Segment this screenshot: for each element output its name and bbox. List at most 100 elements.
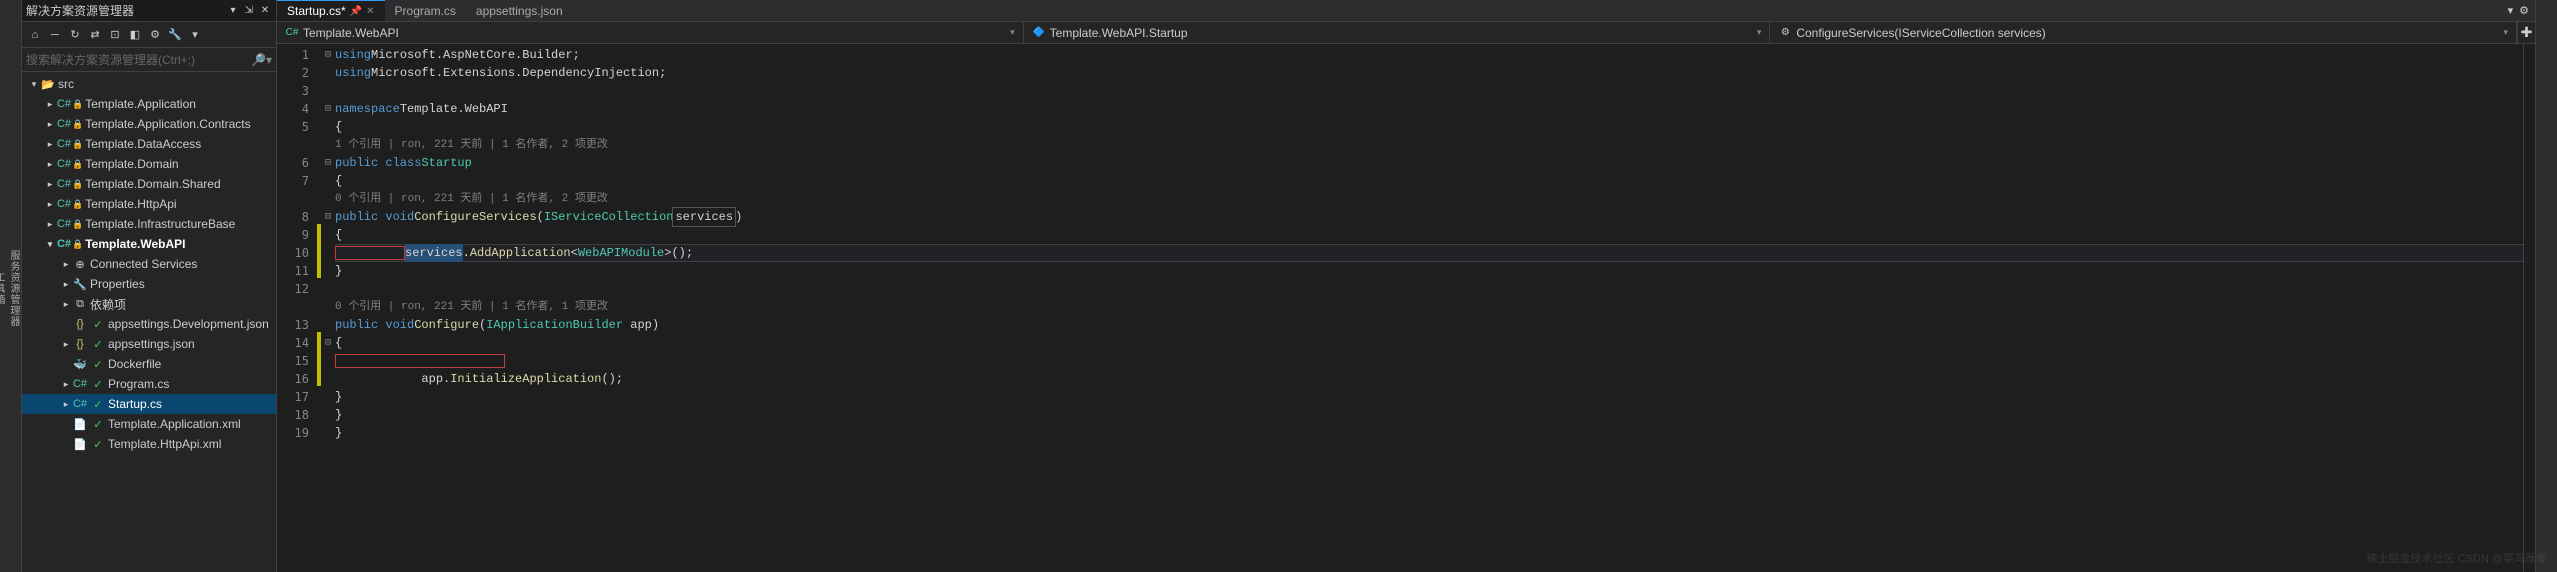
fold-toggle[interactable] [321,118,335,136]
fold-toggle[interactable] [321,244,335,262]
tree-item-startup-cs[interactable]: ▸C#✓Startup.cs [22,394,276,414]
fold-toggle[interactable] [321,172,335,190]
tree-item-dockerfile[interactable]: 🐳✓Dockerfile [22,354,276,374]
chevron-icon[interactable]: ▸ [44,199,56,210]
chevron-icon[interactable]: ▸ [60,299,72,310]
fold-toggle[interactable] [321,280,335,298]
tab-overflow-icon[interactable]: ▾ [2508,4,2514,17]
nav-dropdown[interactable]: ⚙ConfigureServices(IServiceCollection se… [1770,22,2517,43]
tree-item-template-dataaccess[interactable]: ▸C#🔒Template.DataAccess [22,134,276,154]
chevron-down-icon[interactable]: ▾ [1757,27,1762,38]
tree-item-template-httpapi[interactable]: ▸C#🔒Template.HttpApi [22,194,276,214]
chevron-down-icon[interactable]: ▾ [1010,27,1015,38]
tree-item-template-httpapi-xml[interactable]: 📄✓Template.HttpApi.xml [22,434,276,454]
search-input[interactable] [26,53,251,67]
chevron-icon[interactable]: ▸ [60,399,72,410]
chevron-icon[interactable]: ▾ [28,79,40,90]
solution-search[interactable]: 🔎▾ [22,48,276,72]
code-line[interactable]: } [335,424,2523,442]
tree-item-connected-services[interactable]: ▸⊕Connected Services [22,254,276,274]
fold-toggle[interactable] [321,298,335,316]
code-line[interactable]: 0 个引用 | ron, 221 天前 | 1 名作者, 2 项更改 [335,190,2523,208]
chevron-icon[interactable]: ▸ [44,139,56,150]
filter-icon[interactable]: ⊡ [106,26,124,44]
gear-icon[interactable]: ⚙ [2519,4,2529,17]
code-line[interactable] [335,280,2523,298]
fold-gutter[interactable]: ⊟⊟⊟⊟⊟ [321,44,335,572]
fold-toggle[interactable] [321,370,335,388]
fold-toggle[interactable] [321,316,335,334]
tab-startup-cs-[interactable]: Startup.cs*📌✕ [277,0,385,21]
code-line[interactable] [335,82,2523,100]
chevron-icon[interactable]: ▸ [44,219,56,230]
dropdown-icon[interactable]: ▾ [226,4,240,18]
code-line[interactable]: app.InitializeApplication(); [335,370,2523,388]
home-icon[interactable]: ⌂ [26,26,44,44]
vtab-server-explorer[interactable]: 服务资源管理器 [6,248,21,329]
pin-icon[interactable]: ⇲ [242,4,256,18]
code-editor[interactable]: 12345678910111213141516171819 ⊟⊟⊟⊟⊟ usin… [277,44,2535,572]
tree-item-appsettings-development-json[interactable]: {}✓appsettings.Development.json [22,314,276,334]
tree-item-template-application-contracts[interactable]: ▸C#🔒Template.Application.Contracts [22,114,276,134]
chevron-icon[interactable]: ▸ [44,119,56,130]
scroll-minimap[interactable] [2523,44,2535,572]
tree-item--[interactable]: ▸⧉依赖项 [22,294,276,314]
fold-toggle[interactable] [321,424,335,442]
code-line[interactable]: public void ConfigureServices(IServiceCo… [335,208,2523,226]
code-line[interactable]: } [335,262,2523,280]
close-icon[interactable]: ✕ [366,6,374,17]
fold-toggle[interactable] [321,388,335,406]
code-line[interactable]: } [335,388,2523,406]
wrench-icon[interactable]: 🔧 [166,26,184,44]
pin-icon[interactable]: 📌 [350,6,362,17]
fold-toggle[interactable] [321,136,335,154]
code-line[interactable]: public void Configure(IApplicationBuilde… [335,316,2523,334]
search-dropdown-icon[interactable]: 🔎▾ [251,53,272,67]
vtab-toolbox[interactable]: 工具箱 [0,270,6,307]
chevron-icon[interactable]: ▸ [60,339,72,350]
tree-item-template-application[interactable]: ▸C#🔒Template.Application [22,94,276,114]
nav-dropdown[interactable]: C#Template.WebAPI▾ [277,22,1024,43]
chevron-icon[interactable]: ▾ [44,239,56,250]
refresh-icon[interactable]: ↻ [66,26,84,44]
tree-item-template-domain-shared[interactable]: ▸C#🔒Template.Domain.Shared [22,174,276,194]
chevron-icon[interactable]: ▸ [60,259,72,270]
tree-item-template-domain[interactable]: ▸C#🔒Template.Domain [22,154,276,174]
fold-toggle[interactable]: ⊟ [321,46,335,64]
code-line[interactable]: public class Startup [335,154,2523,172]
tree-item-template-application-xml[interactable]: 📄✓Template.Application.xml [22,414,276,434]
close-icon[interactable]: ✕ [258,4,272,18]
code-line[interactable]: { [335,226,2523,244]
fold-toggle[interactable] [321,406,335,424]
code-line[interactable]: namespace Template.WebAPI [335,100,2523,118]
code-line[interactable]: services.AddApplication<WebAPIModule>(); [335,244,2523,262]
caret-icon[interactable]: ▾ [186,26,204,44]
fold-toggle[interactable]: ⊟ [321,154,335,172]
tree-item-template-infrastructurebase[interactable]: ▸C#🔒Template.InfrastructureBase [22,214,276,234]
split-editor-icon[interactable]: ✚ [2517,22,2535,43]
code-line[interactable]: 1 个引用 | ron, 221 天前 | 1 名作者, 2 项更改 [335,136,2523,154]
sync-icon[interactable]: ⇄ [86,26,104,44]
chevron-icon[interactable]: ▸ [60,379,72,390]
chevron-down-icon[interactable]: ▾ [2503,27,2508,38]
chevron-icon[interactable]: ▸ [44,99,56,110]
tab-program-cs[interactable]: Program.cs [385,0,466,21]
code-line[interactable]: { [335,172,2523,190]
tree-item-properties[interactable]: ▸🔧Properties [22,274,276,294]
code-line[interactable]: using Microsoft.Extensions.DependencyInj… [335,64,2523,82]
tab-appsettings-json[interactable]: appsettings.json [466,0,573,21]
code-line[interactable]: { [335,334,2523,352]
fold-toggle[interactable] [321,82,335,100]
fold-toggle[interactable]: ⊟ [321,334,335,352]
tree-item-src[interactable]: ▾📂src [22,74,276,94]
tree-item-program-cs[interactable]: ▸C#✓Program.cs [22,374,276,394]
chevron-icon[interactable]: ▸ [44,179,56,190]
nav-dropdown[interactable]: 🔷Template.WebAPI.Startup▾ [1024,22,1771,43]
dash-icon[interactable]: ─ [46,26,64,44]
tree-item-appsettings-json[interactable]: ▸{}✓appsettings.json [22,334,276,354]
code-line[interactable]: { [335,118,2523,136]
solution-tree[interactable]: ▾📂src▸C#🔒Template.Application▸C#🔒Templat… [22,72,276,572]
code-line[interactable]: 0 个引用 | ron, 221 天前 | 1 名作者, 1 项更改 [335,298,2523,316]
chevron-icon[interactable]: ▸ [44,159,56,170]
fold-toggle[interactable] [321,226,335,244]
